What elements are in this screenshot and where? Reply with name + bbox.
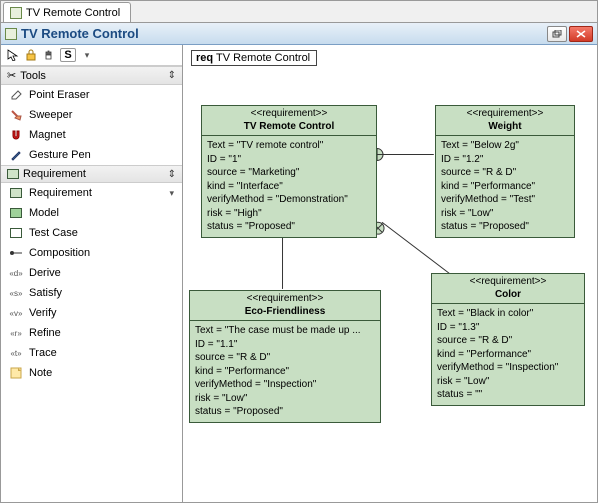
verify-icon: «v» [9,306,23,320]
requirement-body: Text = "Black in color" ID = "1.3" sourc… [432,304,584,405]
item-label: Point Eraser [29,89,90,101]
item-label: Verify [29,307,57,319]
close-icon [576,30,586,38]
item-label: Magnet [29,129,66,141]
palette-item-test-case[interactable]: Test Case [1,223,182,243]
palette-sidebar: S ▾ ✂ Tools ⇕ Point Eraser Sweeper Magnet Ge… [1,45,183,502]
document-icon [10,7,22,19]
item-label: Trace [29,347,57,359]
sweeper-icon [9,108,23,122]
chevron-down-icon[interactable]: ▾ [80,48,94,62]
restore-button[interactable] [547,26,567,42]
req-header-label: Requirement [23,168,86,180]
document-icon [5,28,17,40]
chevron-down-icon[interactable]: ▾ [169,188,174,199]
derive-icon: «d» [9,266,23,280]
satisfy-icon: «s» [9,286,23,300]
palette-item-refine[interactable]: «r» Refine [1,323,182,343]
requirement-group-header[interactable]: Requirement ⇕ [1,165,182,183]
palette-item-note[interactable]: Note [1,363,182,383]
outer-tab-strip: TV Remote Control [1,1,597,23]
tool-item-magnet[interactable]: Magnet [1,125,182,145]
palette-item-verify[interactable]: «v» Verify [1,303,182,323]
testcase-icon [9,226,23,240]
composition-icon [9,246,23,260]
document-tab[interactable]: TV Remote Control [3,2,131,22]
item-label: Satisfy [29,287,62,299]
stereotype-label: <<requirement>> [440,108,570,121]
title-bar: TV Remote Control [1,23,597,45]
requirement-body: Text = "The case must be made up ... ID … [190,321,380,422]
cursor-icon[interactable] [6,48,20,62]
tools-group-header[interactable]: ✂ Tools ⇕ [1,66,182,85]
palette-item-requirement[interactable]: Requirement ▾ [1,183,182,203]
restore-icon [552,30,562,38]
palette-item-satisfy[interactable]: «s» Satisfy [1,283,182,303]
requirement-name: Weight [440,121,570,134]
item-label: Derive [29,267,61,279]
req-header-icon [7,169,19,179]
requirement-box[interactable]: <<requirement>>TV Remote Control Text = … [201,105,377,238]
req-icon [9,186,23,200]
requirement-name: Color [436,289,580,302]
diagram-canvas[interactable]: req TV Remote Control <<requirement>>TV … [183,45,597,502]
stereotype-label: <<requirement>> [206,108,372,121]
frame-name: TV Remote Control [216,52,310,64]
palette-item-model[interactable]: Model [1,203,182,223]
tools-header-label: Tools [20,70,46,82]
item-label: Refine [29,327,61,339]
item-label: Requirement [29,187,92,199]
requirement-name: Eco-Friendliness [194,306,376,319]
diagram-frame-label: req TV Remote Control [191,50,317,66]
requirement-body: Text = "Below 2g" ID = "1.2" source = "R… [436,136,574,237]
lock-icon[interactable] [24,48,38,62]
close-button[interactable] [569,26,593,42]
item-label: Test Case [29,227,78,239]
trace-icon: «t» [9,346,23,360]
magnet-icon [9,128,23,142]
palette-item-derive[interactable]: «d» Derive [1,263,182,283]
frame-keyword: req [196,52,213,64]
requirement-box[interactable]: <<requirement>>Color Text = "Black in co… [431,273,585,406]
requirement-body: Text = "TV remote control" ID = "1" sour… [202,136,376,237]
item-label: Sweeper [29,109,72,121]
note-icon [9,366,23,380]
refine-icon: «r» [9,326,23,340]
hand-icon[interactable] [42,48,56,62]
palette-item-trace[interactable]: «t» Trace [1,343,182,363]
palette-item-composition[interactable]: Composition [1,243,182,263]
requirement-name: TV Remote Control [206,121,372,134]
stereotype-label: <<requirement>> [194,293,376,306]
quick-tool-strip: S ▾ [1,45,182,66]
window-title: TV Remote Control [21,26,545,41]
item-label: Note [29,367,52,379]
pen-icon [9,148,23,162]
tool-item-point-eraser[interactable]: Point Eraser [1,85,182,105]
s-button[interactable]: S [60,48,76,62]
item-label: Gesture Pen [29,149,91,161]
pin-icon[interactable]: ⇕ [168,169,176,180]
requirement-box[interactable]: <<requirement>>Eco-Friendliness Text = "… [189,290,381,423]
item-label: Model [29,207,59,219]
eraser-icon [9,88,23,102]
tab-label: TV Remote Control [26,7,120,19]
pin-icon[interactable]: ⇕ [168,70,176,81]
tool-item-gesture-pen[interactable]: Gesture Pen [1,145,182,165]
tools-icon: ✂ [7,69,16,82]
item-label: Composition [29,247,90,259]
stereotype-label: <<requirement>> [436,276,580,289]
tool-item-sweeper[interactable]: Sweeper [1,105,182,125]
model-icon [9,206,23,220]
requirement-box[interactable]: <<requirement>>Weight Text = "Below 2g" … [435,105,575,238]
